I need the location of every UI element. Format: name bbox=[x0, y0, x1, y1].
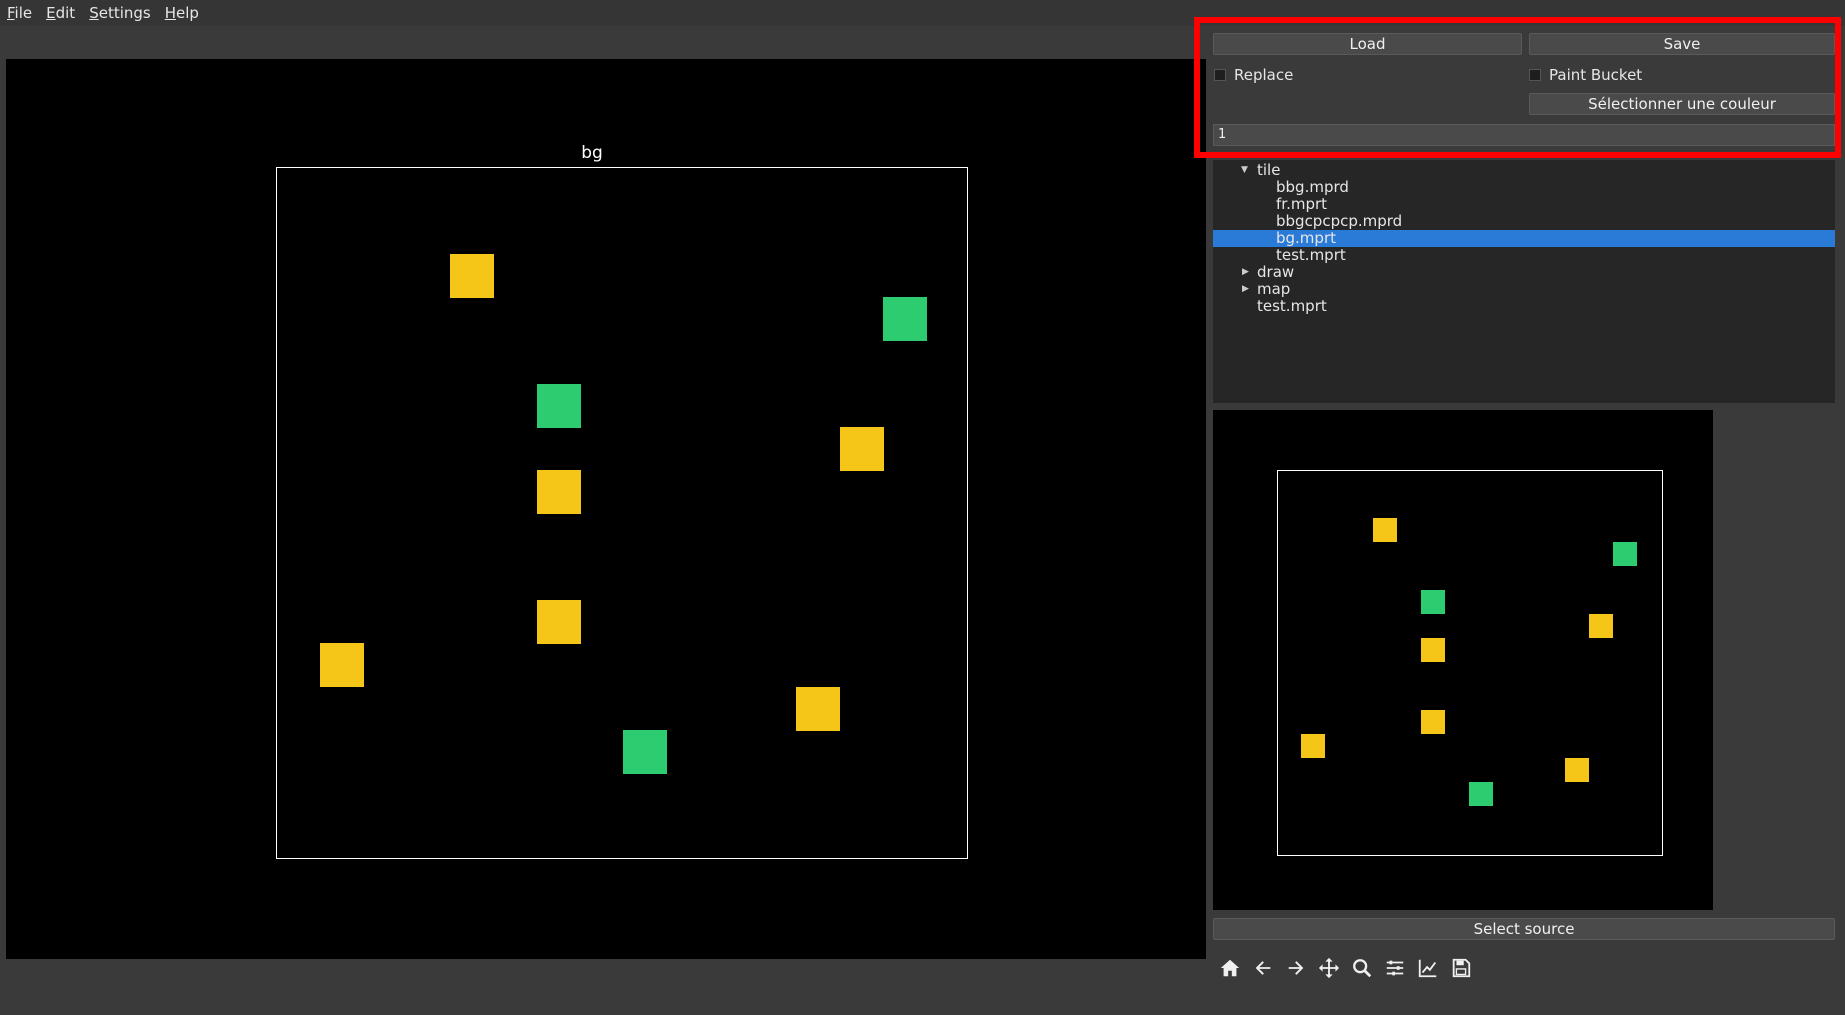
menu-file[interactable]: File bbox=[0, 4, 39, 22]
file-tree[interactable]: ▼ tile bbg.mprd fr.mprt bbgcpcpcp.mprd b… bbox=[1213, 160, 1835, 403]
menu-settings[interactable]: Settings bbox=[82, 4, 158, 22]
tree-file-selected[interactable]: bg.mprt bbox=[1213, 230, 1835, 247]
preview-canvas[interactable] bbox=[1213, 410, 1713, 910]
preview-tile-green bbox=[1613, 542, 1637, 566]
tile-yellow[interactable] bbox=[450, 254, 494, 298]
tree-file[interactable]: bbgcpcpcp.mprd bbox=[1213, 213, 1835, 230]
edit-axis-icon[interactable] bbox=[1416, 956, 1440, 980]
select-source-button[interactable]: Select source bbox=[1213, 918, 1835, 940]
tile-yellow[interactable] bbox=[840, 427, 884, 471]
back-arrow-icon[interactable] bbox=[1251, 956, 1275, 980]
main-canvas[interactable]: bg bbox=[6, 59, 1206, 959]
canvas-title: bg bbox=[581, 143, 603, 163]
tree-folder-draw[interactable]: ▶ draw bbox=[1213, 264, 1835, 281]
preview-tile-green bbox=[1421, 590, 1445, 614]
plot-toolbar bbox=[1218, 954, 1482, 982]
forward-arrow-icon[interactable] bbox=[1284, 956, 1308, 980]
tree-file[interactable]: fr.mprt bbox=[1213, 196, 1835, 213]
preview-tile-yellow bbox=[1301, 734, 1325, 758]
preview-tile-green bbox=[1469, 782, 1493, 806]
tile-yellow[interactable] bbox=[537, 470, 581, 514]
highlight-box bbox=[1194, 17, 1841, 158]
home-icon[interactable] bbox=[1218, 956, 1242, 980]
configure-subplots-icon[interactable] bbox=[1383, 956, 1407, 980]
collapsed-arrow-icon[interactable]: ▶ bbox=[1242, 264, 1249, 281]
expanded-arrow-icon[interactable]: ▼ bbox=[1241, 162, 1248, 179]
collapsed-arrow-icon[interactable]: ▶ bbox=[1242, 281, 1249, 298]
tree-file[interactable]: test.mprt bbox=[1213, 247, 1835, 264]
preview-frame bbox=[1277, 470, 1663, 856]
tree-file[interactable]: bbg.mprd bbox=[1213, 179, 1835, 196]
menu-help[interactable]: Help bbox=[158, 4, 206, 22]
tree-folder-map[interactable]: ▶ map bbox=[1213, 281, 1835, 298]
tile-yellow[interactable] bbox=[320, 643, 364, 687]
zoom-icon[interactable] bbox=[1350, 956, 1374, 980]
tile-yellow[interactable] bbox=[796, 687, 840, 731]
menu-edit[interactable]: Edit bbox=[39, 4, 82, 22]
tile-green[interactable] bbox=[537, 384, 581, 428]
tree-file[interactable]: test.mprt bbox=[1213, 298, 1835, 315]
preview-tile-yellow bbox=[1565, 758, 1589, 782]
tree-folder-tile[interactable]: ▼ tile bbox=[1213, 162, 1835, 179]
save-figure-icon[interactable] bbox=[1449, 956, 1473, 980]
pan-icon[interactable] bbox=[1317, 956, 1341, 980]
tile-grid-frame[interactable] bbox=[276, 167, 968, 859]
tile-yellow[interactable] bbox=[537, 600, 581, 644]
preview-tile-yellow bbox=[1421, 710, 1445, 734]
tile-green[interactable] bbox=[883, 297, 927, 341]
preview-tile-yellow bbox=[1373, 518, 1397, 542]
tile-green[interactable] bbox=[623, 730, 667, 774]
preview-tile-yellow bbox=[1421, 638, 1445, 662]
preview-tile-yellow bbox=[1589, 614, 1613, 638]
